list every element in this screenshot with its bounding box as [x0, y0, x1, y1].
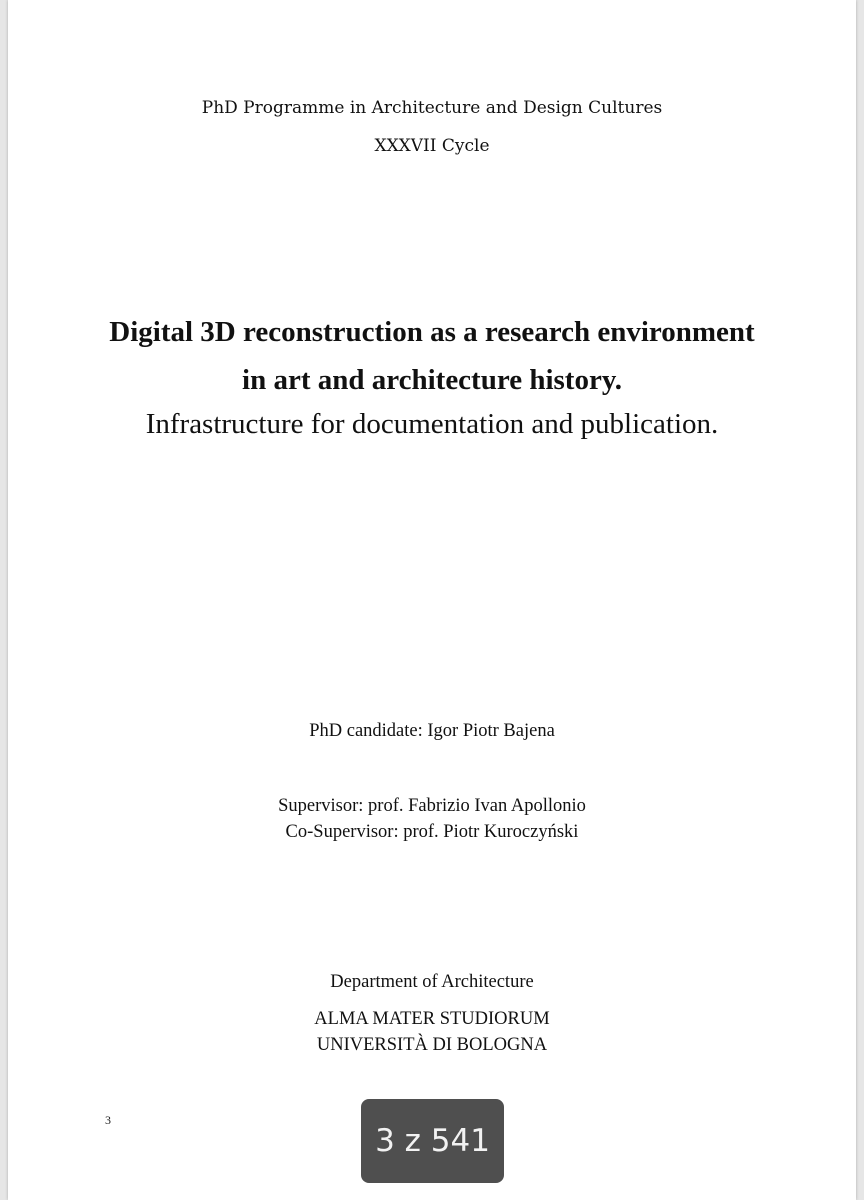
page-number: 3 — [105, 1113, 111, 1127]
thesis-title-line-2: in art and architecture history. — [242, 364, 622, 396]
supervisor-name: Supervisor: prof. Fabrizio Ivan Apolloni… — [278, 796, 586, 816]
co-supervisor-name: Co-Supervisor: prof. Piotr Kuroczyński — [285, 822, 579, 842]
page-indicator: 3 z 541 — [361, 1099, 504, 1183]
university-name-line-1: ALMA MATER STUDIORUM — [314, 1009, 550, 1029]
programme-name: PhD Programme in Architecture and Design… — [201, 98, 663, 118]
department-name: Department of Architecture — [330, 972, 534, 992]
university-name-line-2: UNIVERSITÀ DI BOLOGNA — [316, 1035, 548, 1055]
thesis-subtitle: Infrastructure for documentation and pub… — [145, 408, 719, 440]
document-page[interactable]: PhD Programme in Architecture and Design… — [8, 0, 856, 1200]
pdf-viewer[interactable]: PhD Programme in Architecture and Design… — [0, 0, 864, 1200]
candidate-name: PhD candidate: Igor Piotr Bajena — [309, 721, 555, 741]
cycle-label: XXXVII Cycle — [374, 136, 490, 156]
thesis-title-line-1: Digital 3D reconstruction as a research … — [109, 316, 755, 348]
